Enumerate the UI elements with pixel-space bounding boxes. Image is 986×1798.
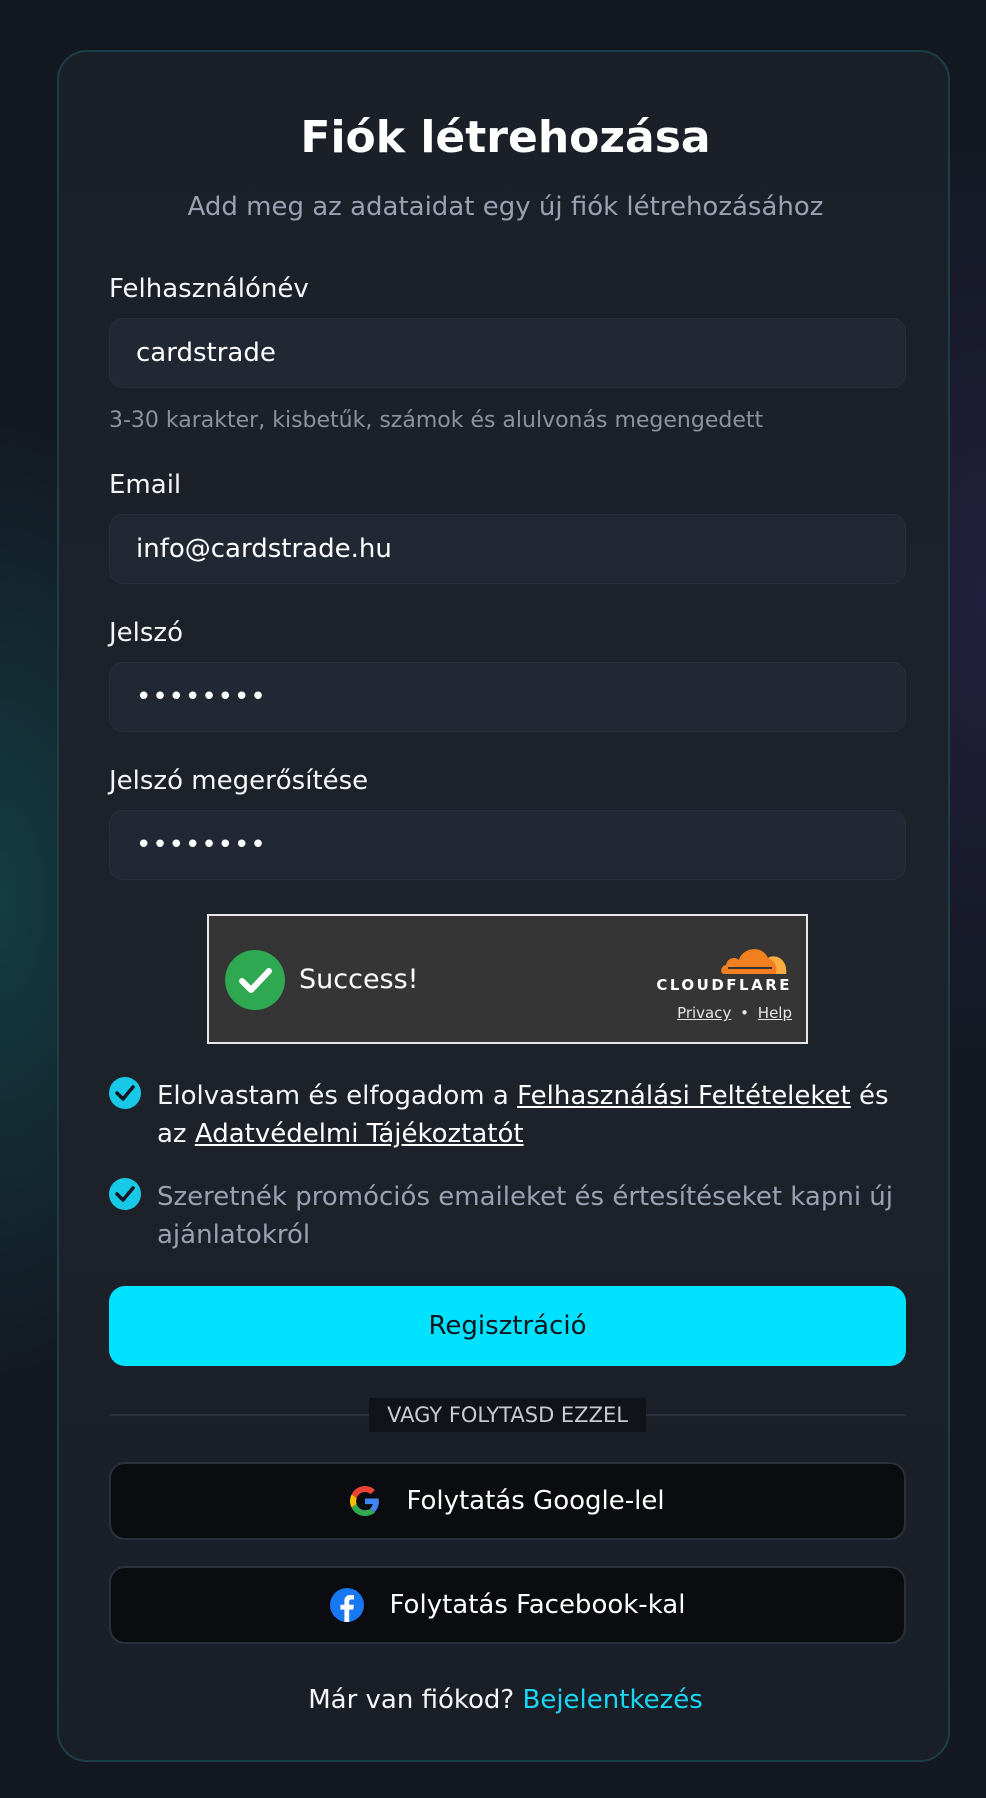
email-field[interactable]: [109, 514, 906, 584]
password-label: Jelszó: [109, 618, 183, 648]
username-label: Felhasználónév: [109, 274, 309, 304]
facebook-button-label: Folytatás Facebook-kal: [389, 1590, 686, 1620]
terms-link[interactable]: Felhasználási Feltételeket: [517, 1081, 851, 1111]
marketing-consent-text: Szeretnék promóciós emaileket és értesít…: [157, 1182, 894, 1250]
password-field[interactable]: [109, 662, 906, 732]
captcha-link-separator: •: [740, 1004, 750, 1022]
page-subtitle: Add meg az adataidat egy új fiók létreho…: [187, 192, 824, 222]
google-signin-button[interactable]: Folytatás Google-lel: [109, 1462, 906, 1540]
username-field[interactable]: [109, 318, 906, 388]
google-button-label: Folytatás Google-lel: [406, 1486, 665, 1516]
login-question: Már van fiókod?: [308, 1685, 523, 1715]
captcha-privacy-link[interactable]: Privacy: [677, 1004, 731, 1022]
cloudflare-logo-icon: [718, 938, 792, 976]
login-prompt: Már van fiókod? Bejelentkezés: [59, 1682, 952, 1718]
email-label: Email: [109, 470, 182, 500]
captcha-help-link[interactable]: Help: [758, 1004, 792, 1022]
password-confirm-field[interactable]: [109, 810, 906, 880]
checkmark-icon: [115, 1085, 135, 1101]
facebook-signin-button[interactable]: Folytatás Facebook-kal: [109, 1566, 906, 1644]
username-hint: 3-30 karakter, kisbetűk, számok és alulv…: [109, 408, 764, 433]
terms-consent-text: Elolvastam és elfogadom a Felhasználási …: [157, 1077, 897, 1153]
cloudflare-wordmark: CLOUDFLARE: [656, 976, 792, 994]
page-title: Fiók létrehozása: [300, 112, 711, 163]
captcha-status: Success!: [299, 964, 419, 995]
google-button-content: Folytatás Google-lel: [111, 1464, 904, 1538]
terms-checkbox[interactable]: [109, 1077, 141, 1109]
google-icon: [350, 1486, 380, 1516]
register-card: Fiók létrehozása Add meg az adataidat eg…: [57, 50, 950, 1762]
facebook-icon: [329, 1588, 364, 1622]
password-confirm-label: Jelszó megerősítése: [109, 766, 369, 796]
captcha-widget[interactable]: Success! CLOUDFLARE Privacy • Help: [207, 914, 808, 1044]
captcha-links: Privacy • Help: [677, 1004, 792, 1022]
privacy-policy-link[interactable]: Adatvédelmi Tájékoztatót: [195, 1119, 524, 1149]
facebook-button-content: Folytatás Facebook-kal: [111, 1568, 904, 1642]
divider-label: VAGY FOLYTASD EZZEL: [369, 1398, 646, 1432]
success-check-icon: [225, 950, 285, 1010]
checkmark-icon: [115, 1186, 135, 1202]
login-link[interactable]: Bejelentkezés: [523, 1685, 703, 1715]
register-button[interactable]: Regisztráció: [109, 1286, 906, 1366]
marketing-checkbox[interactable]: [109, 1178, 141, 1210]
terms-text-before: Elolvastam és elfogadom a: [157, 1081, 518, 1111]
